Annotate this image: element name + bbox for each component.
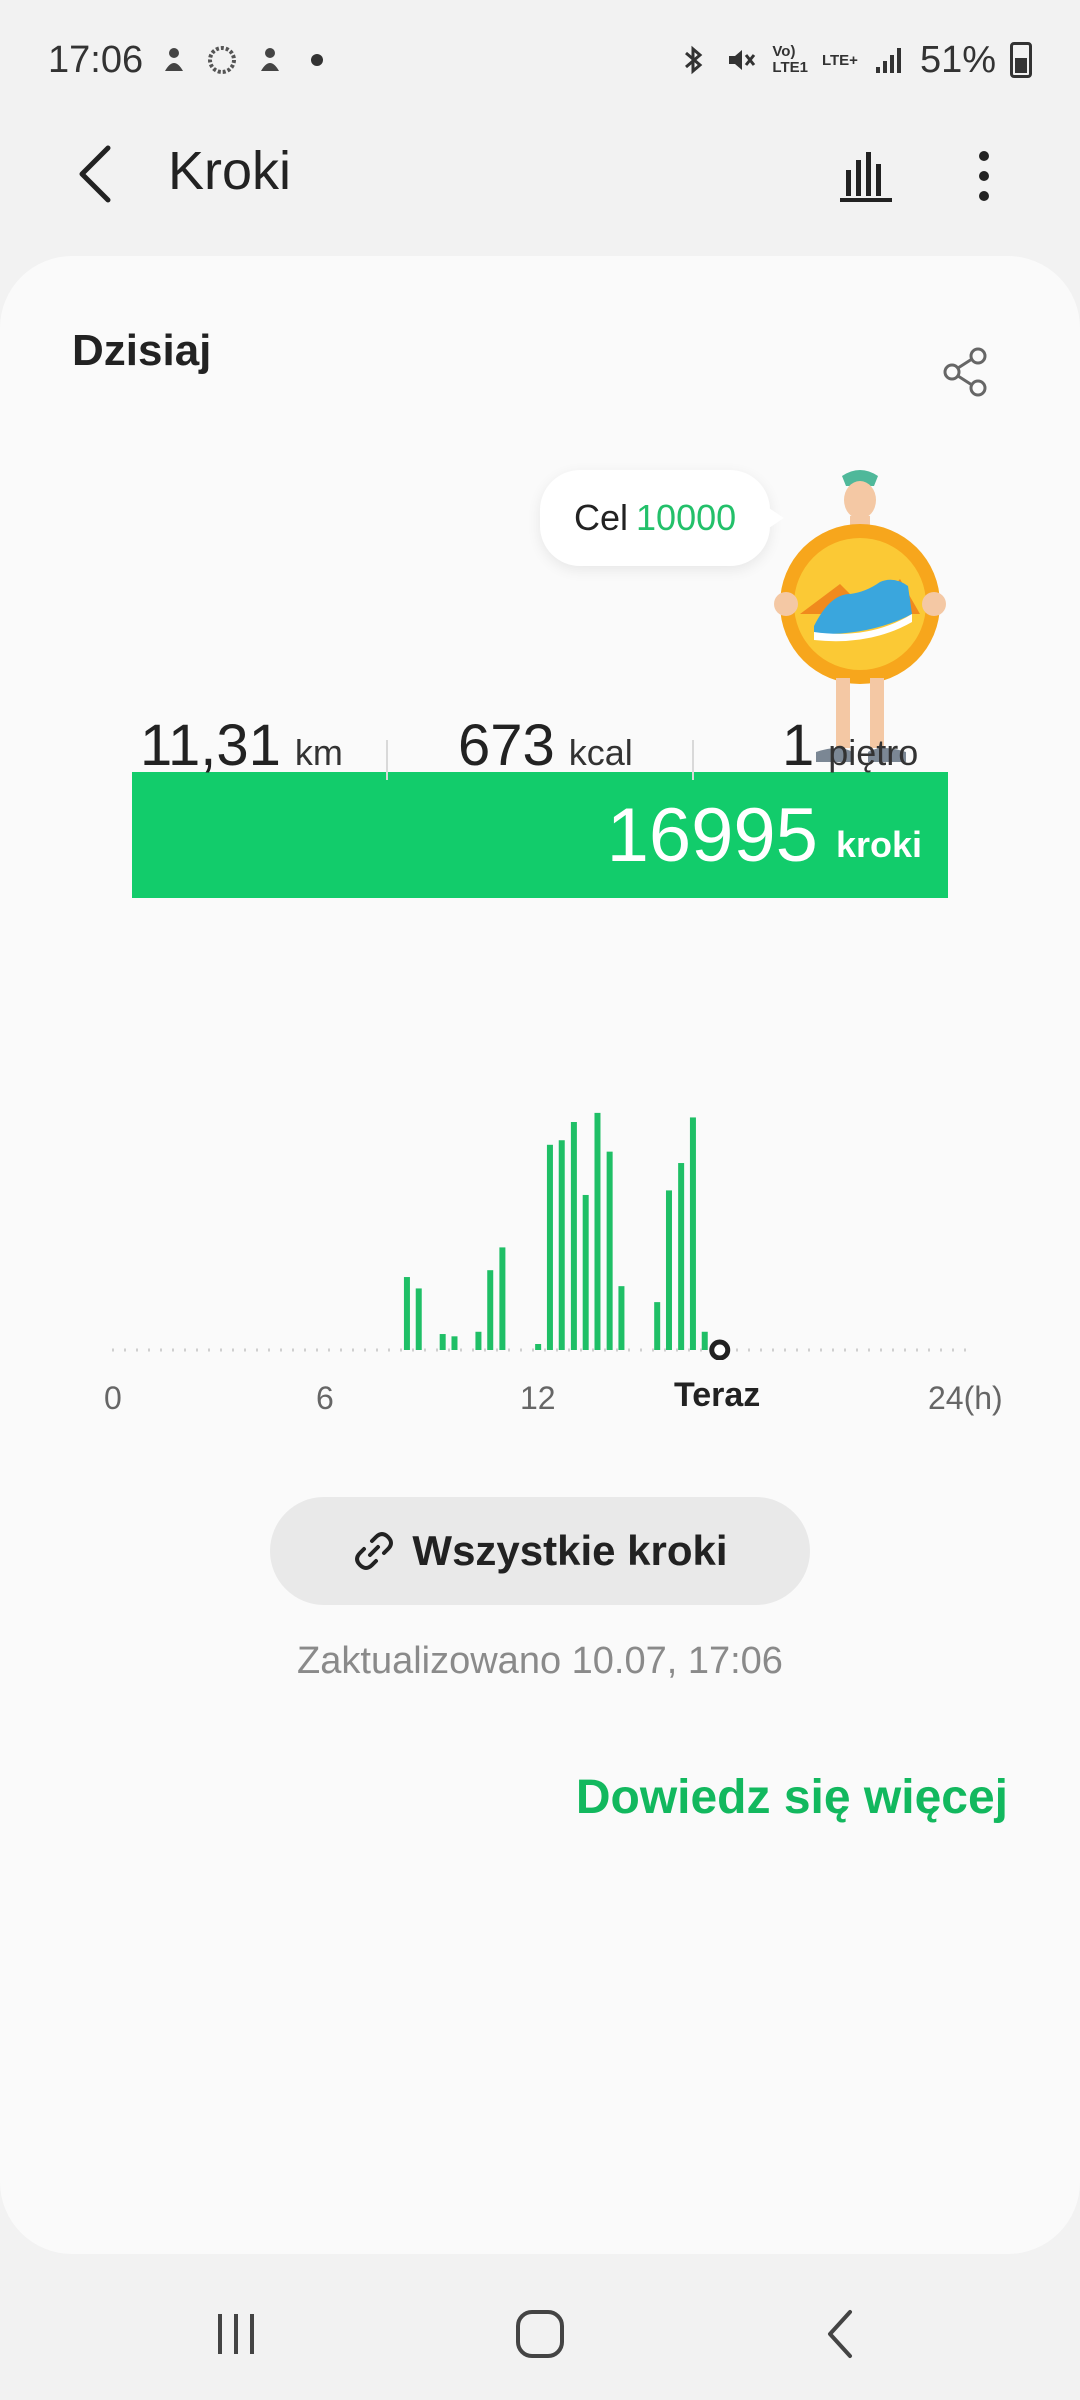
chart-bar — [535, 1344, 542, 1350]
chart-bar — [678, 1163, 685, 1350]
status-right: Vo) LTE1 LTE+ 51% — [676, 39, 1032, 82]
navigation-bar — [0, 2254, 1080, 2400]
more-notifications-dot — [311, 54, 324, 66]
trends-button[interactable] — [830, 140, 902, 212]
back-button[interactable] — [60, 138, 132, 210]
steps-chart-svg — [112, 1112, 970, 1360]
all-steps-button[interactable]: Wszystkie kroki — [270, 1497, 810, 1605]
chart-bar — [606, 1151, 613, 1350]
stat-divider — [692, 740, 694, 780]
chart-bar — [701, 1331, 708, 1350]
tick-label-24: 24(h) — [928, 1380, 1003, 1416]
learn-more-link[interactable]: Dowiedz się więcej — [576, 1770, 1008, 1825]
chart-bar — [451, 1336, 458, 1350]
chart-bar — [582, 1194, 589, 1350]
home-icon — [516, 2310, 564, 2358]
battery-percent: 51% — [919, 38, 996, 81]
chart-bar — [475, 1331, 482, 1350]
notification-icon — [261, 48, 280, 71]
notification-icon — [165, 48, 184, 71]
back-arrow-icon — [79, 145, 111, 203]
home-button[interactable] — [500, 2294, 580, 2374]
floors-unit: piętro — [828, 732, 919, 773]
recent-apps-button[interactable] — [196, 2294, 276, 2374]
sync-icon — [208, 46, 237, 74]
stat-divider — [386, 740, 388, 780]
distance-value: 11,31 — [140, 713, 281, 778]
chart-bar — [570, 1122, 577, 1350]
chart-bar — [665, 1190, 672, 1350]
chart-bar — [689, 1117, 696, 1350]
back-nav-button[interactable] — [800, 2294, 880, 2374]
chart-bar — [618, 1286, 625, 1350]
tick-label-0: 0 — [104, 1380, 122, 1416]
page-title: Kroki — [168, 141, 292, 201]
chart-bar — [654, 1302, 661, 1350]
status-left: 17:06 — [48, 38, 324, 82]
chart-bar — [415, 1288, 422, 1350]
mute-icon — [729, 50, 756, 70]
signal-icon — [875, 48, 901, 73]
status-time: 17:06 — [48, 38, 144, 81]
stat-floors: 1 piętro — [782, 712, 918, 779]
chart-bar — [403, 1277, 410, 1350]
recent-apps-icon — [218, 2314, 254, 2354]
card-title: Dzisiaj — [72, 326, 212, 375]
stat-calories: 673 kcal — [458, 712, 633, 779]
all-steps-label: Wszystkie kroki — [412, 1527, 728, 1574]
steps-unit: kroki — [835, 824, 922, 865]
tick-label-6: 6 — [316, 1380, 334, 1416]
network-label: Vo) LTE1 — [772, 43, 808, 76]
lte-plus-label: LTE+ — [821, 51, 858, 69]
stat-distance: 11,31 km — [140, 712, 343, 779]
status-bar: 17:06 Vo) LTE1 LTE+ 51% — [0, 0, 1080, 120]
chart-bar — [439, 1334, 446, 1350]
tick-label-12: 12 — [520, 1380, 556, 1416]
share-icon — [943, 347, 987, 397]
tick-label-now: Teraz — [674, 1376, 761, 1414]
goal-label: Cel — [574, 497, 629, 538]
more-options-button[interactable] — [948, 140, 1020, 212]
bluetooth-icon — [685, 45, 703, 75]
back-nav-icon — [828, 2310, 852, 2358]
calories-value: 673 — [458, 713, 555, 778]
battery-icon — [1010, 42, 1032, 78]
distance-unit: km — [294, 732, 343, 773]
floors-value: 1 — [782, 713, 815, 778]
chart-bar — [594, 1112, 601, 1350]
stats-row: 11,31 km 673 kcal 1 piętro — [0, 712, 1080, 812]
more-vert-icon — [979, 151, 989, 201]
chart-bar — [546, 1144, 553, 1350]
chart-bar — [558, 1140, 565, 1350]
bar-chart-icon — [840, 152, 892, 202]
link-icon — [355, 1532, 394, 1570]
calories-unit: kcal — [568, 732, 633, 773]
chart-now-marker — [709, 1339, 731, 1360]
goal-bubble: Cel 10000 — [540, 470, 785, 566]
app-bar: Kroki — [0, 120, 1080, 228]
chart-bar — [487, 1270, 494, 1350]
updated-timestamp: Zaktualizowano 10.07, 17:06 — [297, 1640, 783, 1682]
chart-bar — [499, 1247, 506, 1350]
goal-value: 10000 — [636, 497, 737, 538]
share-button[interactable] — [930, 336, 1002, 408]
